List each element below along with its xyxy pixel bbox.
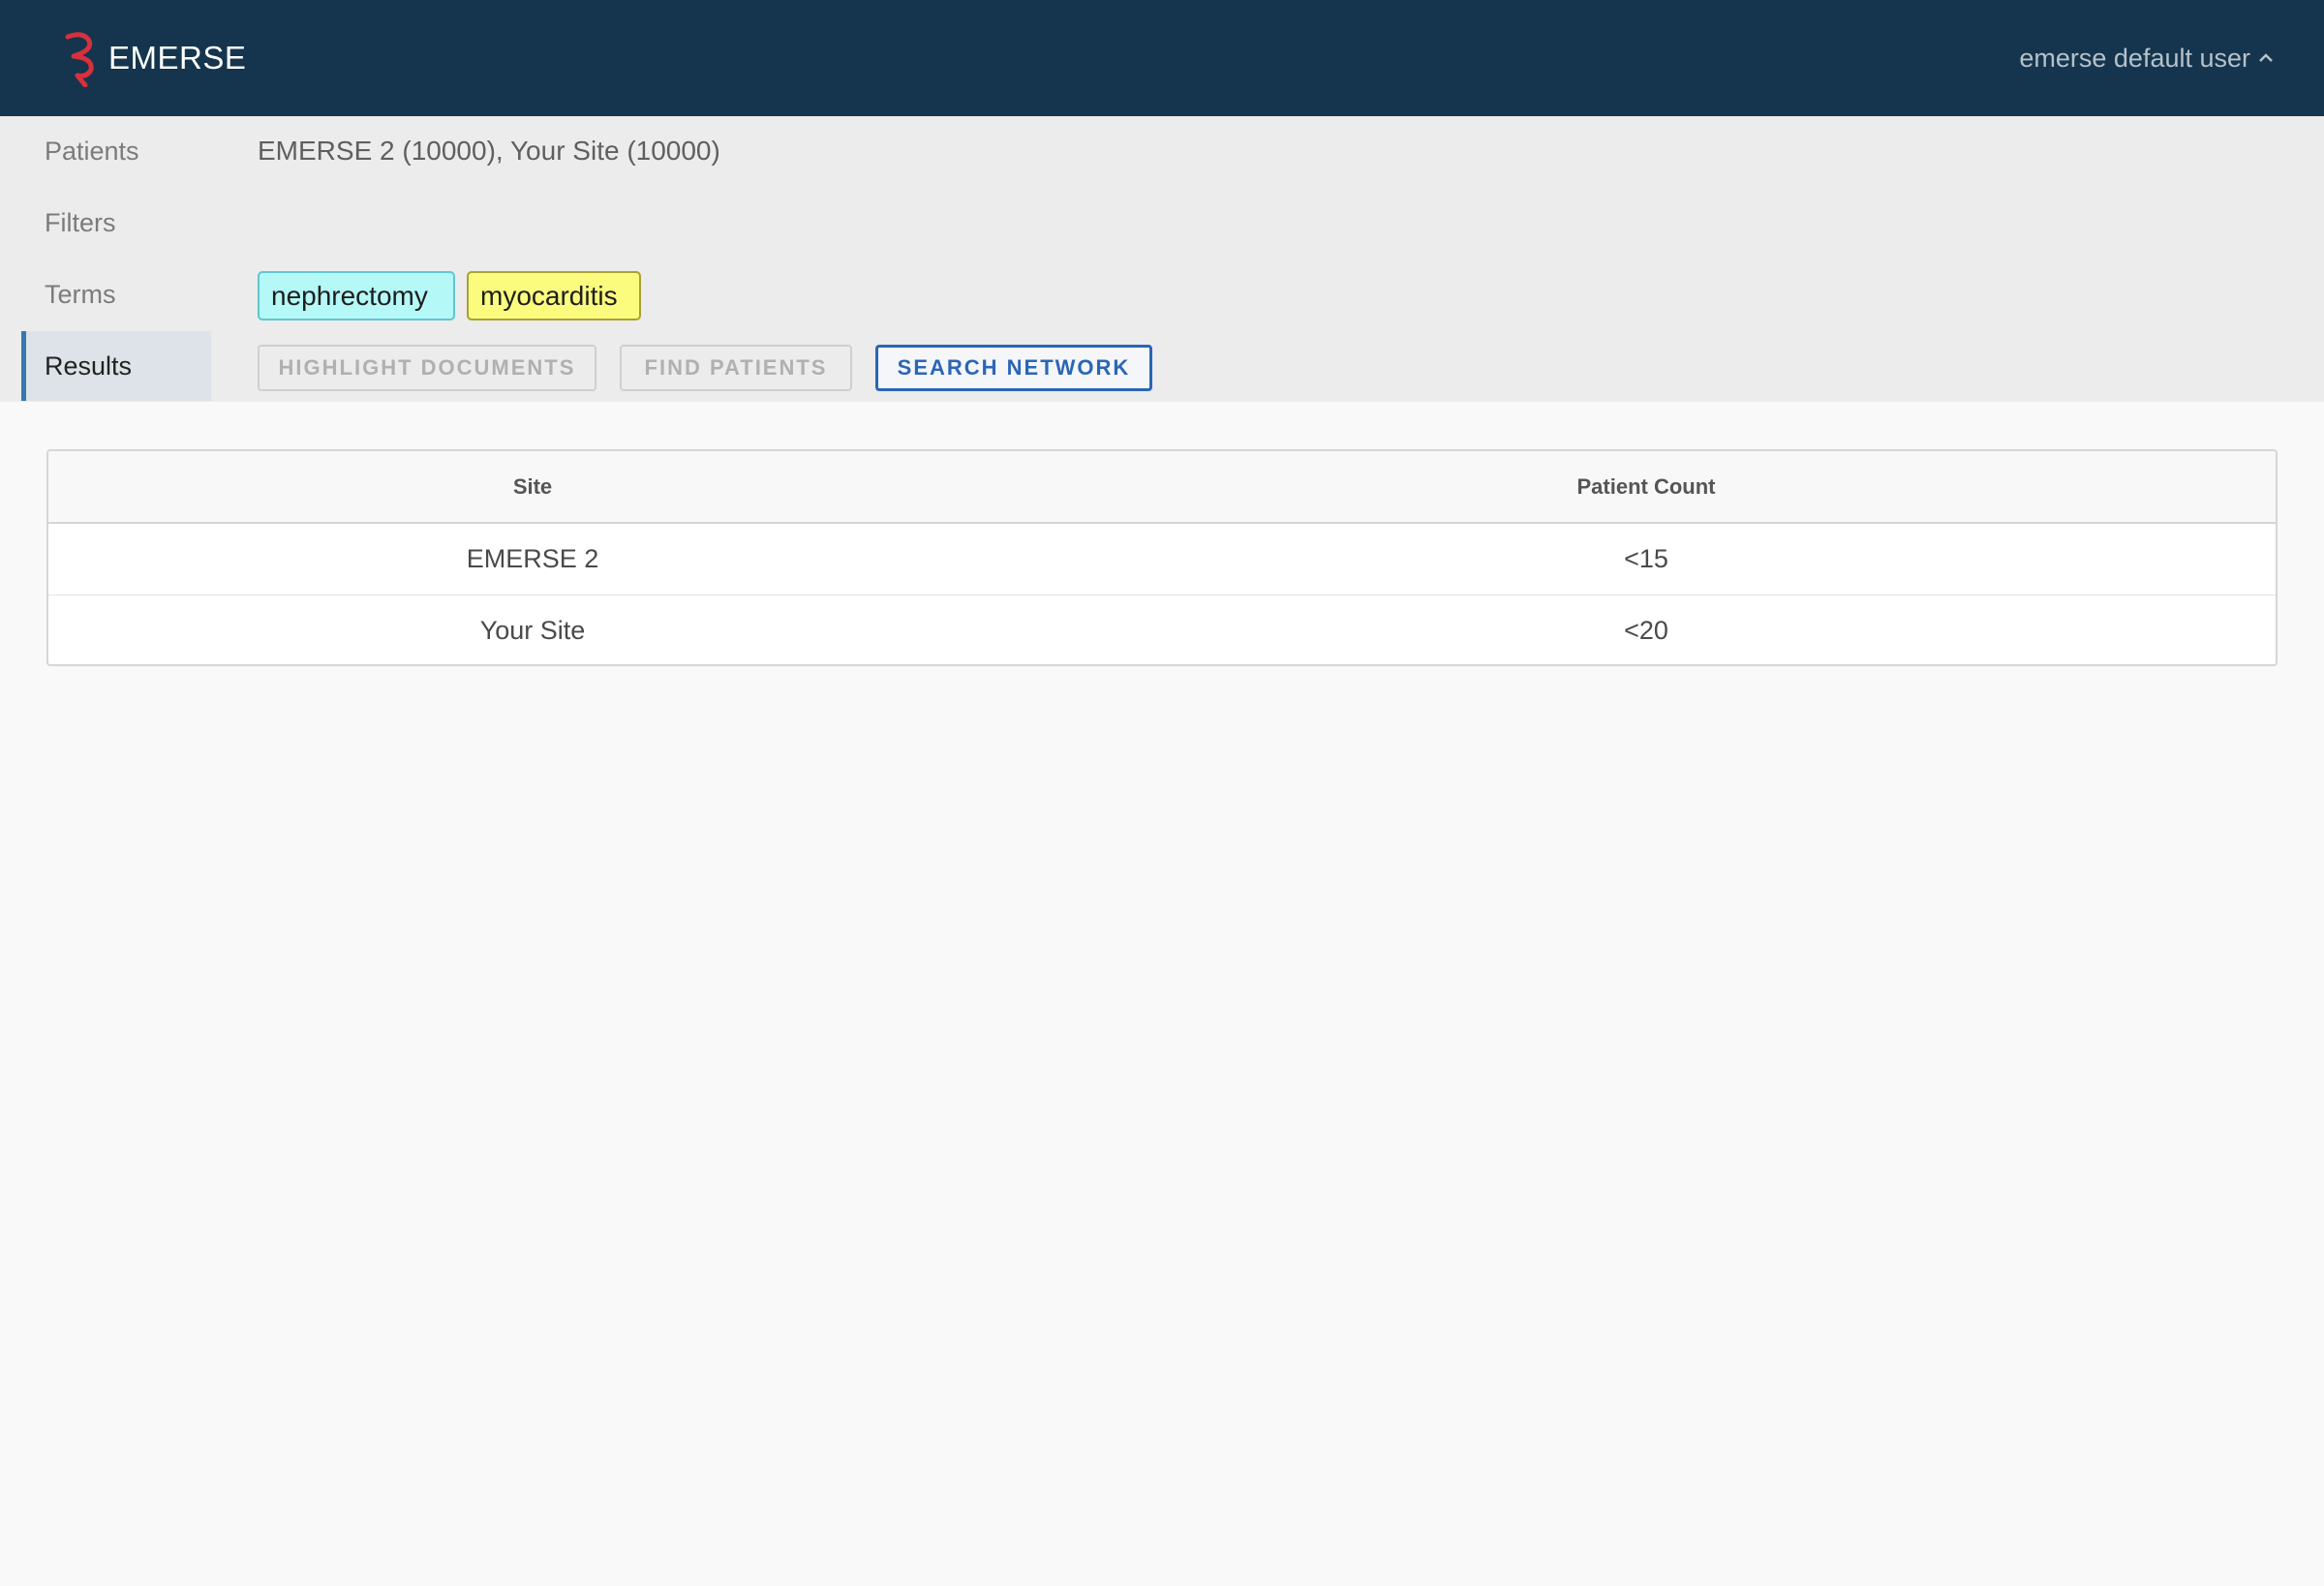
table-row: Your Site <20: [48, 595, 2276, 664]
user-menu[interactable]: emerse default user: [2019, 44, 2274, 74]
sidebar-item-results[interactable]: Results: [21, 331, 211, 401]
term-chip-myocarditis[interactable]: myocarditis: [467, 271, 641, 320]
emerse-logo-icon: [65, 32, 94, 87]
sidebar: Patients Filters Terms Results: [21, 116, 211, 402]
column-header-patient-count[interactable]: Patient Count: [1017, 451, 2276, 523]
column-header-site[interactable]: Site: [48, 451, 1017, 523]
sidebar-item-filters[interactable]: Filters: [21, 188, 211, 258]
patients-sites-summary: EMERSE 2 (10000), Your Site (10000): [258, 136, 720, 166]
chevron-up-icon: [2259, 53, 2273, 62]
cell-patient-count: <15: [1624, 543, 1668, 573]
sidebar-item-label: Results: [45, 351, 133, 381]
table-row: EMERSE 2 <15: [48, 523, 2276, 595]
search-network-button[interactable]: SEARCH NETWORK: [875, 345, 1152, 391]
table-header-row: Site Patient Count: [48, 451, 2276, 523]
term-chip-nephrectomy[interactable]: nephrectomy: [258, 271, 455, 320]
brand[interactable]: EMERSE: [60, 29, 246, 87]
sidebar-item-label: Patients: [45, 136, 139, 166]
sidebar-item-label: Filters: [45, 207, 116, 237]
brand-name: EMERSE: [108, 40, 247, 76]
top-header: EMERSE emerse default user: [0, 0, 2324, 116]
sidebar-item-label: Terms: [45, 279, 116, 309]
results-table-grid: Site Patient Count EMERSE 2 <15 Your Sit…: [48, 451, 2276, 664]
sidebar-item-terms[interactable]: Terms: [21, 259, 211, 329]
results-table: Site Patient Count EMERSE 2 <15 Your Sit…: [46, 449, 2278, 666]
query-panel: Patients Filters Terms Results EMERSE 2 …: [0, 116, 2324, 402]
cell-patient-count: <20: [1624, 615, 1668, 645]
highlight-documents-button[interactable]: HIGHLIGHT DOCUMENTS: [258, 345, 596, 391]
find-patients-button[interactable]: FIND PATIENTS: [620, 345, 852, 391]
cell-site: Your Site: [479, 615, 586, 645]
user-name: emerse default user: [2019, 43, 2250, 73]
cell-site: EMERSE 2: [466, 543, 599, 573]
sidebar-item-patients[interactable]: Patients: [21, 116, 211, 186]
